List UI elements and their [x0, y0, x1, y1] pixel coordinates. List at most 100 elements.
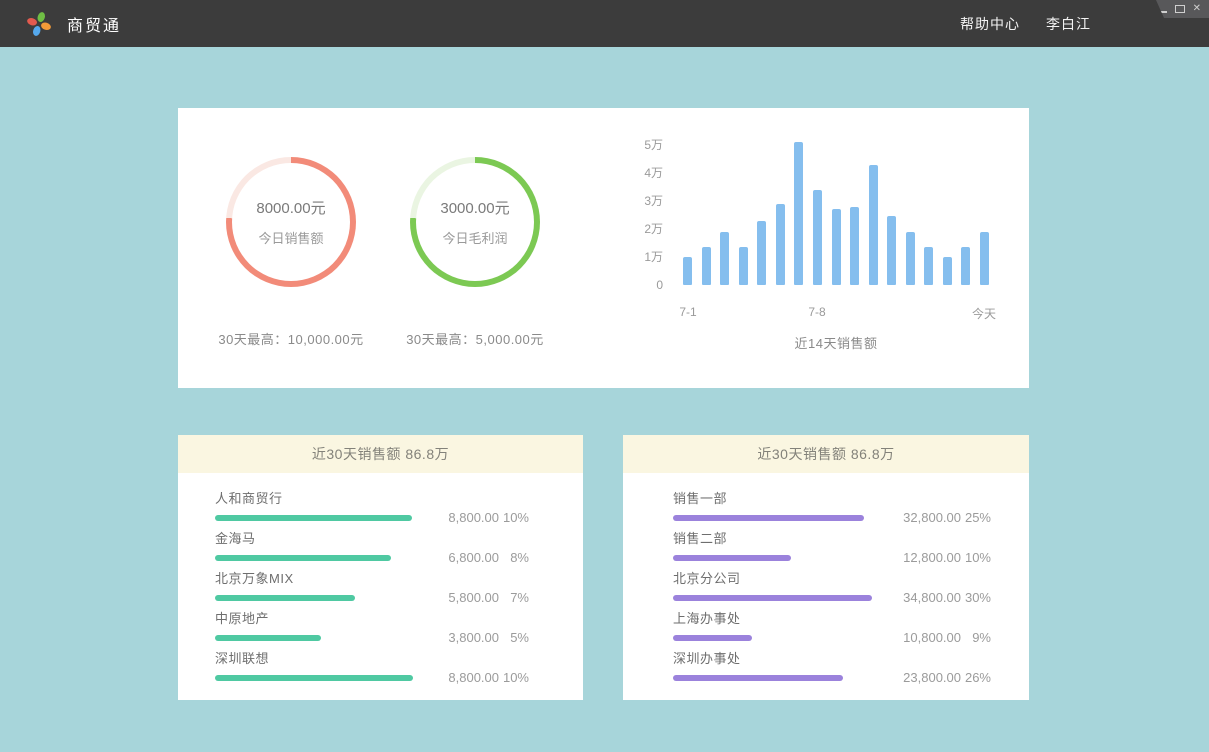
rank-item-amount: 32,800.00: [891, 510, 961, 525]
rank-item-percent: 10%: [499, 670, 529, 685]
chart-bar: [776, 204, 785, 285]
y-axis-tick: 2万: [644, 222, 663, 236]
rank-item-bar: [673, 635, 752, 641]
profit-gauge-label: 今日毛利润: [442, 228, 507, 247]
rank-item: 中原地产 3,800.00 5%: [178, 611, 583, 641]
profit-gauge-caption: 30天最高：5,000.00元: [375, 329, 575, 348]
rank-item-percent: 26%: [961, 670, 991, 685]
minimize-button[interactable]: [1158, 6, 1167, 13]
rank-item: 深圳办事处 23,800.00 26%: [623, 651, 1029, 681]
rank-item-name: 人和商贸行: [215, 491, 412, 507]
chart-bar: [906, 232, 915, 285]
rank-item-amount: 10,800.00: [891, 630, 961, 645]
rank-item-name: 上海办事处: [673, 611, 752, 627]
x-axis-tick: 今天: [972, 305, 996, 322]
x-axis-tick: 7-8: [808, 305, 825, 319]
app-brand: 商贸通: [26, 11, 121, 37]
rank-item-amount: 8,800.00: [429, 670, 499, 685]
chart-bar: [961, 247, 970, 285]
rank-item-amount: 12,800.00: [891, 550, 961, 565]
rank-item-percent: 10%: [499, 510, 529, 525]
rank-item-percent: 25%: [961, 510, 991, 525]
rank-item-amount: 8,800.00: [429, 510, 499, 525]
x-axis-tick: 7-1: [679, 305, 696, 319]
y-axis-tick: 1万: [644, 250, 663, 264]
rank-item-amount: 23,800.00: [891, 670, 961, 685]
user-name-link[interactable]: 李白江: [1046, 14, 1091, 34]
chart-bar: [980, 232, 989, 285]
rank-item: 北京分公司 34,800.00 30%: [623, 571, 1029, 601]
chart-bar: [869, 165, 878, 285]
chart-bar: [794, 142, 803, 285]
rank-item-percent: 10%: [961, 550, 991, 565]
help-center-link[interactable]: 帮助中心: [960, 14, 1020, 34]
profit-gauge-value: 3000.00元: [440, 197, 509, 218]
chart-bar: [832, 209, 841, 285]
rank-item: 人和商贸行 8,800.00 10%: [178, 491, 583, 521]
profit-gauge-text: 3000.00元 今日毛利润: [410, 157, 540, 287]
rank-item-percent: 9%: [961, 630, 991, 645]
rank-item: 金海马 6,800.00 8%: [178, 531, 583, 561]
rank-item-name: 金海马: [215, 531, 391, 547]
app-title: 商贸通: [67, 12, 121, 36]
chart-x-axis: 7-1 7-8 今天: [683, 305, 989, 321]
rank-item-percent: 7%: [499, 590, 529, 605]
y-axis-tick: 0: [656, 278, 663, 292]
maximize-button[interactable]: [1175, 5, 1185, 13]
rank-item: 上海办事处 10,800.00 9%: [623, 611, 1029, 641]
sales-gauge-text: 8000.00元 今日销售额: [226, 157, 356, 287]
rank-item-bar: [673, 675, 843, 681]
minimize-icon: [1158, 11, 1167, 13]
maximize-icon: [1175, 5, 1185, 13]
rank-item-name: 北京分公司: [673, 571, 872, 587]
rank-item-bar: [673, 555, 791, 561]
customer-rank-list: 人和商贸行 8,800.00 10% 金海马 6,800.00 8% 北京万象M…: [178, 473, 583, 681]
today-sales-gauge: 8000.00元 今日销售额 30天最高：10,000.00元: [191, 157, 391, 348]
rank-item-name: 销售二部: [673, 531, 791, 547]
rank-item-name: 销售一部: [673, 491, 864, 507]
rank-item-bar: [215, 555, 391, 561]
rank-item-bar: [673, 515, 864, 521]
rank-item-name: 深圳办事处: [673, 651, 843, 667]
rank-item: 深圳联想 8,800.00 10%: [178, 651, 583, 681]
y-axis-tick: 3万: [644, 194, 663, 208]
window-controls: ✕: [1145, 0, 1209, 18]
chart-bar: [813, 190, 822, 285]
chart-bar: [683, 257, 692, 285]
rank-item-bar: [215, 515, 412, 521]
chart-bar: [850, 207, 859, 285]
chart-bar: [943, 257, 952, 285]
chart-title: 近14天销售额: [683, 333, 989, 352]
overview-card: 8000.00元 今日销售额 30天最高：10,000.00元 3000.00元…: [178, 108, 1029, 388]
profit-gauge-ring: 3000.00元 今日毛利润: [410, 157, 540, 287]
sales-gauge-label: 今日销售额: [258, 228, 323, 247]
chart-bar: [887, 216, 896, 285]
chart-bar: [757, 221, 766, 285]
rank-item-percent: 5%: [499, 630, 529, 645]
rank-item-percent: 30%: [961, 590, 991, 605]
chart-bar: [702, 247, 711, 285]
customer-rank-title: 近30天销售额 86.8万: [178, 435, 583, 473]
y-axis-tick: 5万: [644, 138, 663, 152]
today-profit-gauge: 3000.00元 今日毛利润 30天最高：5,000.00元: [375, 157, 575, 348]
sales-gauge-ring: 8000.00元 今日销售额: [226, 157, 356, 287]
chart-bar: [720, 232, 729, 285]
titlebar-links: 帮助中心 李白江: [960, 14, 1091, 34]
rank-item-name: 中原地产: [215, 611, 321, 627]
rank-item-amount: 6,800.00: [429, 550, 499, 565]
close-button[interactable]: ✕: [1193, 4, 1201, 14]
chart-y-axis: 5万 4万 3万 2万 1万 0: [608, 108, 663, 388]
rank-item-amount: 3,800.00: [429, 630, 499, 645]
rank-item: 北京万象MIX 5,800.00 7%: [178, 571, 583, 601]
rank-item-percent: 8%: [499, 550, 529, 565]
rank-item-bar: [215, 595, 355, 601]
department-rank-list: 销售一部 32,800.00 25% 销售二部 12,800.00 10% 北京…: [623, 473, 1029, 681]
sales-trend-chart-bars: [683, 135, 989, 285]
customer-rank-card: 近30天销售额 86.8万 人和商贸行 8,800.00 10% 金海马 6,8…: [178, 435, 583, 700]
sales-gauge-caption: 30天最高：10,000.00元: [191, 329, 391, 348]
title-bar: 商贸通 帮助中心 李白江 ✕: [0, 0, 1209, 47]
department-rank-title: 近30天销售额 86.8万: [623, 435, 1029, 473]
chart-bar: [924, 247, 933, 285]
rank-item-amount: 34,800.00: [891, 590, 961, 605]
rank-item-bar: [215, 635, 321, 641]
